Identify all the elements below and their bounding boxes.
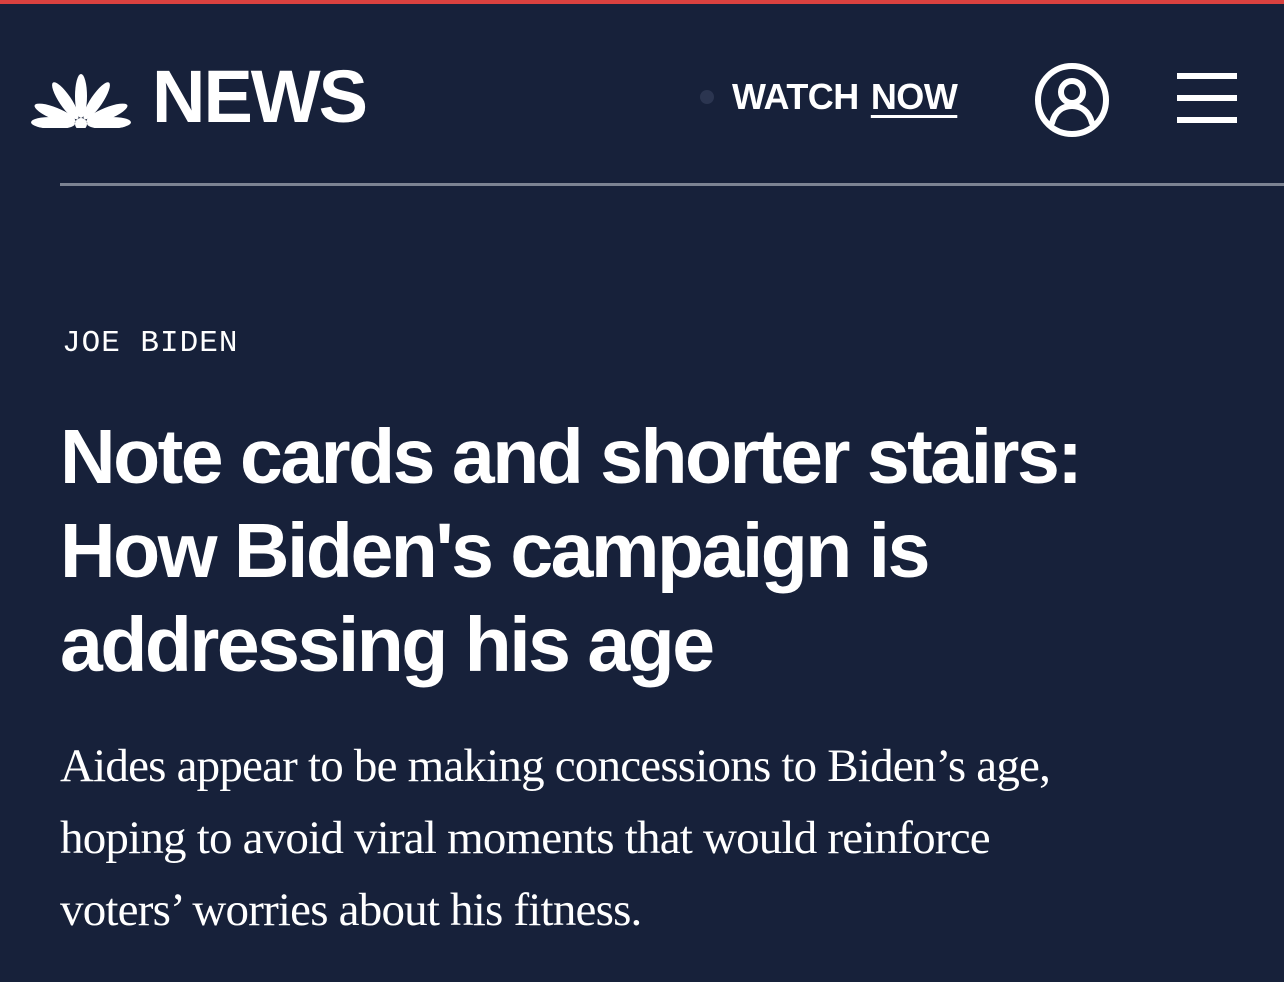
nbc-news-logo[interactable]: NEWS	[30, 55, 368, 138]
menu-line-top	[1177, 73, 1237, 79]
account-button[interactable]	[1033, 61, 1111, 139]
watch-label: WATCH	[732, 76, 859, 117]
watch-now-label: NOW	[870, 76, 958, 117]
menu-line-bottom	[1177, 117, 1237, 123]
site-header: NEWS WATCH NOW	[0, 4, 1284, 184]
article-dek: Aides appear to be making concessions to…	[60, 730, 1220, 946]
section-label[interactable]: JOE BIDEN	[62, 326, 238, 362]
dek-line: voters’ worries about his fitness.	[60, 884, 642, 936]
watch-now-link[interactable]: WATCH NOW	[700, 74, 958, 120]
logo-wordmark: NEWS	[152, 55, 368, 138]
article-headline: Note cards and shorter stairs: How Biden…	[60, 410, 1220, 692]
nbc-peacock-icon	[31, 74, 131, 128]
menu-line-middle	[1177, 95, 1237, 101]
hamburger-menu-icon[interactable]	[1177, 73, 1237, 123]
dek-line: hoping to avoid viral moments that would…	[60, 812, 991, 864]
headline-line: How Biden's campaign is	[60, 508, 930, 594]
header-divider	[60, 183, 1284, 186]
headline-line: Note cards and shorter stairs:	[60, 414, 1083, 500]
dek-line: Aides appear to be making concessions to…	[60, 740, 1051, 792]
user-circle-icon	[1035, 63, 1109, 137]
headline-line: addressing his age	[60, 602, 715, 688]
live-indicator-dot	[700, 90, 714, 104]
